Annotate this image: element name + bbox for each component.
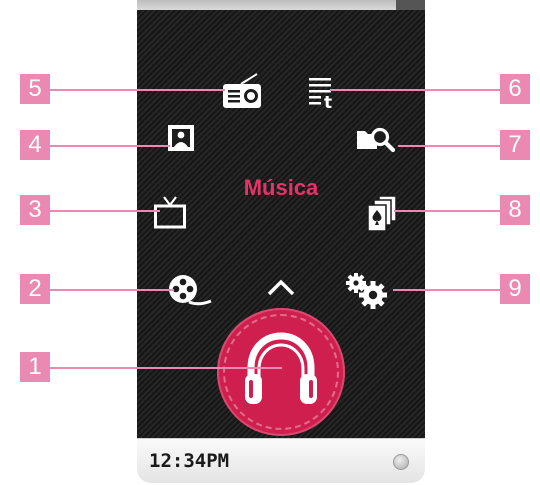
leader-line-5 [50,89,225,91]
chevron-up-icon[interactable] [267,278,295,301]
status-indicator [393,454,409,470]
callout-3: 3 [20,195,50,225]
headphones-icon [245,332,317,404]
cards-icon[interactable] [365,194,399,234]
callout-6: 6 [500,74,530,104]
leader-line-4 [50,145,170,147]
leader-line-1 [50,367,282,369]
svg-text:t: t [324,93,332,110]
leader-line-6 [330,89,500,91]
callout-5: 5 [20,74,50,104]
main-menu-screen: Música t [137,10,425,438]
callout-7: 7 [500,130,530,160]
music-button[interactable] [217,308,345,436]
leader-line-7 [398,145,500,147]
leader-line-2 [50,289,174,291]
leader-line-8 [394,210,500,212]
clock-time: 12:34PM [149,450,230,472]
callout-4: 4 [20,130,50,160]
device-top-edge [137,0,425,10]
photo-icon[interactable] [167,124,195,152]
leader-line-3 [50,210,160,212]
callout-8: 8 [500,195,530,225]
callout-2: 2 [20,274,50,304]
status-bar: 12:34PM [137,438,425,483]
text-viewer-icon[interactable]: t [307,76,341,110]
radio-icon[interactable] [221,72,263,110]
folder-search-icon[interactable] [355,123,397,155]
tv-icon[interactable] [153,194,187,230]
video-reel-icon[interactable] [167,272,215,308]
callout-9: 9 [500,274,530,304]
leader-line-9 [393,289,500,291]
device-top-button [396,0,425,10]
callout-1: 1 [20,352,50,382]
gears-icon[interactable] [342,270,390,310]
